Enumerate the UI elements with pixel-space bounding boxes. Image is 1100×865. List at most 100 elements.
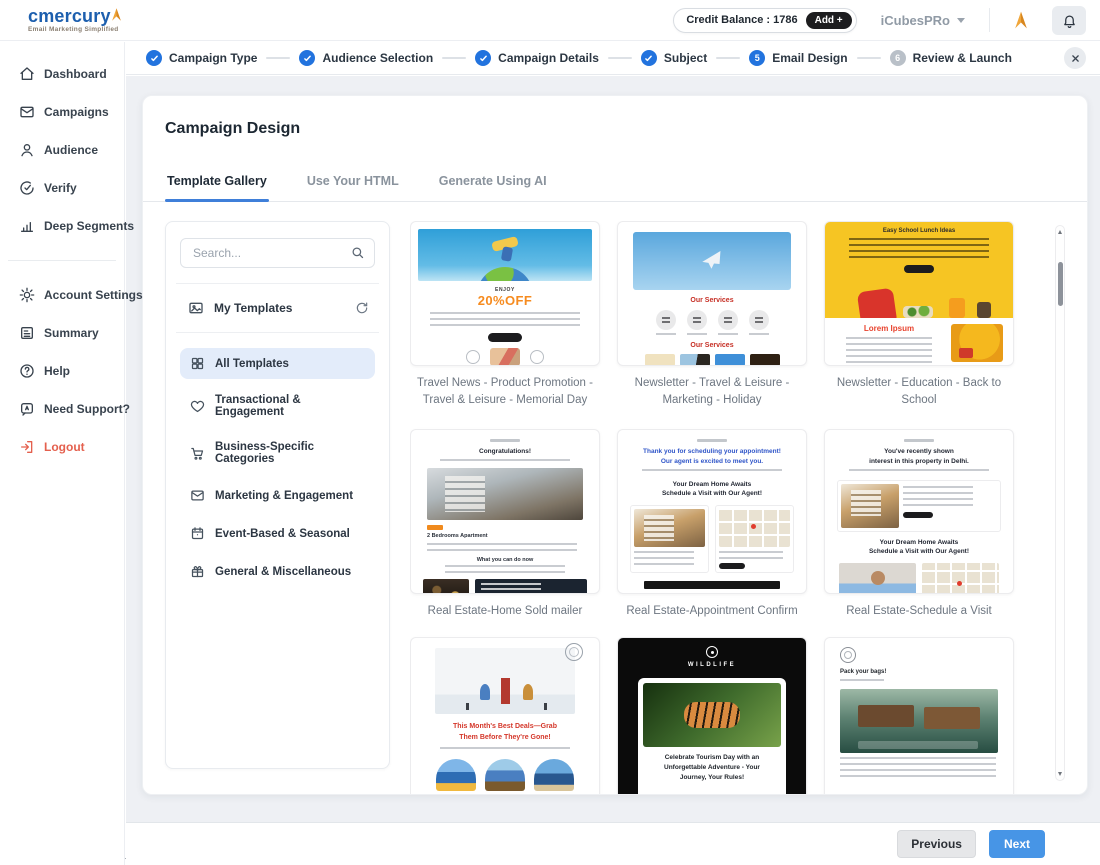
tab-generate-using-ai[interactable]: Generate Using AI — [437, 165, 549, 201]
sidebar-divider — [8, 260, 116, 261]
template-thumbnail-monthly-deals[interactable]: This Month's Best Deals—GrabThem Before … — [410, 637, 600, 795]
gift-icon — [190, 564, 205, 579]
sidebar-item-label: Logout — [44, 440, 85, 454]
template-card: You've recently showninterest in this pr… — [824, 429, 1014, 623]
template-thumbnail-travel-promo[interactable]: ENJOY 20%OFF — [410, 221, 600, 366]
preview-title: Celebrate Tourism Day with an Unforgetta… — [643, 753, 781, 783]
step-label: Review & Launch — [913, 51, 1012, 65]
close-wizard-button[interactable] — [1064, 47, 1086, 69]
sidebar-item-label: Campaigns — [44, 105, 109, 119]
preview-photo-strip — [618, 354, 806, 366]
template-thumbnail-airline-newsletter[interactable]: Our Services Our Services — [617, 221, 807, 366]
template-thumbnail-wildlife-tourism[interactable]: WILDLIFE Celebrate Tourism Day with an U… — [617, 637, 807, 795]
sidebar-item-label: Verify — [44, 181, 77, 195]
scroll-up-arrow-icon[interactable] — [1058, 230, 1062, 234]
notifications-button[interactable] — [1052, 6, 1086, 35]
sidebar-item-need-support[interactable]: Need Support? — [0, 390, 124, 428]
preview-text-lines — [440, 747, 570, 751]
preview-title: Pack your bags! — [840, 669, 1013, 675]
refresh-icon[interactable] — [355, 301, 369, 315]
step-campaign-details[interactable]: Campaign Details — [475, 50, 599, 66]
preview-text-lines — [430, 312, 580, 328]
preview-hero-image — [418, 229, 592, 281]
scroll-down-arrow-icon[interactable] — [1058, 772, 1062, 776]
preview-logo-placeholder — [904, 439, 934, 442]
preview-footer-row — [423, 579, 587, 594]
preview-tiger-image — [643, 683, 781, 747]
sidebar-item-deep-segments[interactable]: Deep Segments — [0, 207, 124, 245]
sidebar-item-help[interactable]: Help — [0, 352, 124, 390]
step-label: Audience Selection — [322, 51, 433, 65]
sidebar-item-label: Need Support? — [44, 402, 130, 416]
step-audience-selection[interactable]: Audience Selection — [299, 50, 433, 66]
plane-icon — [697, 246, 726, 275]
sidebar-item-campaigns[interactable]: Campaigns — [0, 93, 124, 131]
envelope-icon — [19, 104, 35, 120]
template-card: WILDLIFE Celebrate Tourism Day with an U… — [617, 637, 807, 795]
category-marketing-engagement[interactable]: Marketing & Engagement — [180, 480, 375, 511]
my-templates-label: My Templates — [214, 301, 345, 315]
template-thumbnail-appointment-confirm[interactable]: Thank you for scheduling your appointmen… — [617, 429, 807, 594]
category-general-miscellaneous[interactable]: General & Miscellaneous — [180, 556, 375, 587]
envelope-icon — [190, 488, 205, 503]
category-business-specific[interactable]: Business-Specific Categories — [180, 433, 375, 473]
scrollbar-thumb[interactable] — [1058, 262, 1063, 306]
sidebar-item-logout[interactable]: Logout — [0, 428, 124, 466]
header-actions: Credit Balance : 1786 Add + iCubesPRo — [673, 6, 1086, 35]
my-templates-item[interactable]: My Templates — [180, 299, 375, 317]
category-event-based-seasonal[interactable]: Event-Based & Seasonal — [180, 518, 375, 549]
preview-backpack-image — [951, 324, 1003, 362]
step-subject[interactable]: Subject — [641, 50, 707, 66]
sidebar-item-audience[interactable]: Audience — [0, 131, 124, 169]
page-title: Campaign Design — [165, 120, 1065, 138]
search-input[interactable] — [180, 238, 375, 268]
template-label: Travel News - Product Promotion - Travel… — [414, 375, 596, 415]
sidebar-item-summary[interactable]: Summary — [0, 314, 124, 352]
template-label: Newsletter - Travel & Leisure - Marketin… — [621, 375, 803, 415]
brand-arrow-icon[interactable] — [1008, 7, 1034, 33]
step-check-icon — [641, 50, 657, 66]
template-thumbnail-schedule-visit[interactable]: You've recently showninterest in this pr… — [824, 429, 1014, 594]
previous-button[interactable]: Previous — [897, 830, 976, 858]
preview-title: Easy School Lunch Ideas — [825, 228, 1013, 234]
add-credits-button[interactable]: Add + — [806, 12, 852, 29]
campaign-stepper: Campaign Type Audience Selection Campaig… — [126, 42, 1100, 75]
preview-footer-image — [411, 348, 599, 366]
step-number-badge: 6 — [890, 50, 906, 66]
gallery-scrollbar[interactable] — [1055, 225, 1065, 781]
preview-offer-text: 20%OFF — [411, 293, 599, 308]
sidebar-item-verify[interactable]: Verify — [0, 169, 124, 207]
account-dropdown[interactable]: iCubesPRo — [875, 13, 971, 28]
preview-sold-tag — [427, 525, 443, 530]
step-label: Campaign Type — [169, 51, 257, 65]
tab-use-your-html[interactable]: Use Your HTML — [305, 165, 401, 201]
step-email-design[interactable]: 5 Email Design — [749, 50, 847, 66]
preview-logo-placeholder — [697, 439, 727, 442]
template-label: Real Estate-Home Sold mailer — [428, 603, 583, 623]
next-button[interactable]: Next — [989, 830, 1045, 858]
account-name: iCubesPRo — [881, 13, 950, 28]
credit-balance-pill[interactable]: Credit Balance : 1786 Add + — [673, 8, 856, 33]
gallery-body: My Templates All Templates Transactional… — [143, 202, 1087, 795]
sidebar-item-dashboard[interactable]: Dashboard — [0, 55, 124, 93]
category-transactional-engagement[interactable]: Transactional & Engagement — [180, 386, 375, 426]
template-label: Real Estate-Appointment Confirm — [626, 603, 797, 623]
preview-agent-map-row — [839, 563, 999, 594]
step-review-launch[interactable]: 6 Review & Launch — [890, 50, 1012, 66]
template-thumbnail-pack-your-bags[interactable]: Pack your bags! — [824, 637, 1014, 795]
category-label: Event-Based & Seasonal — [215, 528, 350, 540]
step-label: Subject — [664, 51, 707, 65]
step-check-icon — [146, 50, 162, 66]
credit-balance-label: Credit Balance : 1786 — [686, 14, 797, 26]
template-row: ENJOY 20%OFF Travel News - Product Promo… — [410, 221, 1035, 415]
step-label: Campaign Details — [498, 51, 599, 65]
tab-template-gallery[interactable]: Template Gallery — [165, 165, 269, 201]
step-campaign-type[interactable]: Campaign Type — [146, 50, 257, 66]
sidebar-item-account-settings[interactable]: Account Settings — [0, 276, 124, 314]
template-thumbnail-back-to-school[interactable]: Easy School Lunch Ideas Lorem — [824, 221, 1014, 366]
category-label: General & Miscellaneous — [215, 566, 351, 578]
category-all-templates[interactable]: All Templates — [180, 348, 375, 379]
template-thumbnail-home-sold[interactable]: Congratulations! 2 Bedrooms Apartment Wh… — [410, 429, 600, 594]
preview-footer-strip — [644, 581, 780, 589]
step-connector — [716, 57, 740, 59]
